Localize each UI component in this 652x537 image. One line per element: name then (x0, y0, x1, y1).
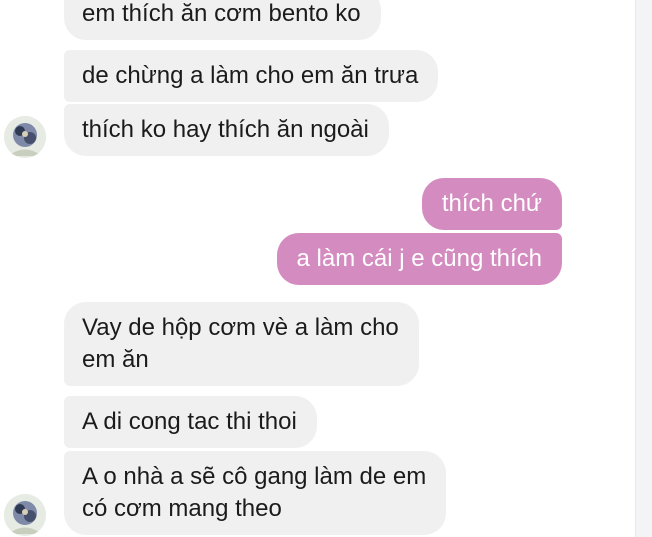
message-text: A di cong tac thi thoi (82, 408, 297, 435)
message-bubble-outgoing[interactable]: a làm cái j e cũng thích (276, 233, 562, 285)
message-bubble-incoming[interactable]: thích ko hay thích ăn ngoài (64, 104, 389, 156)
message-text: em thích ăn cơm bento ko (82, 0, 361, 27)
message-bubble-incoming[interactable]: em thích ăn cơm bento ko (64, 0, 381, 40)
message-line: Vay de hộp cơm vè a làm cho (82, 314, 399, 341)
contact-avatar-icon[interactable] (4, 494, 46, 536)
message-text: thích ko hay thích ăn ngoài (82, 116, 369, 143)
message-thread[interactable]: em thích ăn cơm bento ko de chừng a làm … (0, 0, 636, 537)
message-bubble-incoming[interactable]: de chừng a làm cho em ăn trưa (64, 50, 439, 102)
message-bubble-incoming[interactable]: Vay de hộp cơm vè a làm cho em ăn (64, 302, 419, 386)
message-text: de chừng a làm cho em ăn trưa (82, 62, 419, 89)
scrollbar[interactable] (635, 0, 652, 537)
message-bubble-incoming[interactable]: A di cong tac thi thoi (64, 396, 317, 448)
contact-avatar-icon[interactable] (4, 116, 46, 158)
message-line: em ăn (82, 346, 149, 373)
message-line: A o nhà a sẽ cô gang làm de em (82, 463, 427, 490)
message-line: có cơm mang theo (82, 495, 282, 522)
message-text: thích chứ (441, 190, 542, 217)
message-text: a làm cái j e cũng thích (296, 245, 542, 272)
message-bubble-outgoing[interactable]: thích chứ (421, 178, 562, 230)
message-bubble-incoming[interactable]: A o nhà a sẽ cô gang làm de em có cơm ma… (64, 451, 447, 535)
